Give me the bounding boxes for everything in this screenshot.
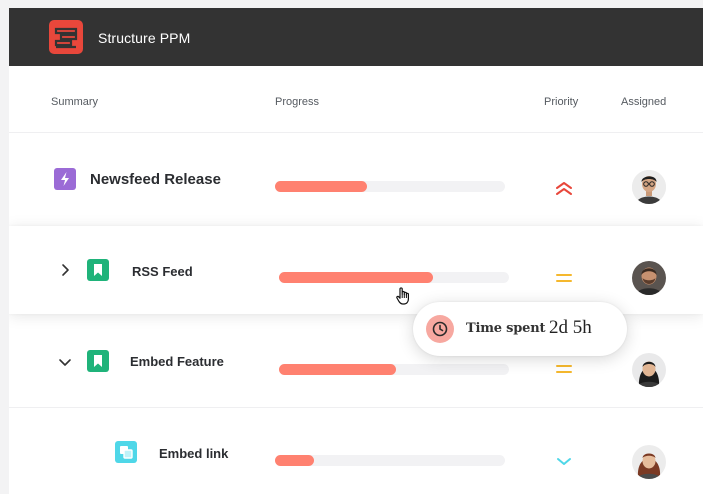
row-label[interactable]: RSS Feed [132,264,193,279]
column-header-priority[interactable]: Priority [544,96,578,108]
structure-logo-icon [49,20,83,54]
title-bar: Structure PPM [9,8,703,66]
progress-fill [275,455,315,466]
progress-fill [279,272,434,283]
clock-icon [426,315,454,343]
app-window: Structure PPM Summary Progress Priority … [9,8,703,494]
progress-fill [279,364,397,375]
time-spent-tooltip: Time spent 2d 5h [413,302,627,356]
column-header-summary[interactable]: Summary [51,96,98,108]
column-header-assigned[interactable]: Assigned [621,96,666,108]
tooltip-label: Time spent [466,321,546,336]
progress-bar[interactable] [275,181,505,192]
equals-icon [554,361,574,377]
progress-bar[interactable] [279,364,509,375]
chevron-down-icon[interactable] [58,355,72,369]
table-row-hovered[interactable]: RSS Feed [9,226,703,314]
chevron-right-icon[interactable] [58,263,72,277]
table-row[interactable]: Embed link [9,408,703,494]
tooltip-value: 2d 5h [549,317,592,338]
row-label[interactable]: Embed Feature [130,354,224,369]
progress-fill [275,181,367,192]
progress-bar[interactable] [275,455,505,466]
avatar-woman-dark-hair[interactable] [632,353,666,387]
epic-lightning-icon [54,168,76,190]
row-label[interactable]: Newsfeed Release [90,171,221,188]
row-label[interactable]: Embed link [159,446,228,461]
app-title: Structure PPM [98,30,191,46]
double-chevron-up-icon [554,180,574,196]
story-bookmark-icon [87,259,109,281]
avatar-man-beard[interactable] [632,261,666,295]
table-row[interactable]: Newsfeed Release [9,133,703,225]
progress-bar[interactable] [279,272,509,283]
chevron-down-icon [554,454,574,470]
column-header-progress[interactable]: Progress [275,96,319,108]
avatar-woman-red-hair[interactable] [632,445,666,479]
avatar-man-glasses[interactable] [632,170,666,204]
equals-icon [554,270,574,286]
story-bookmark-icon [87,350,109,372]
hand-pointer-cursor-icon [395,286,413,306]
subtask-icon [115,441,137,463]
